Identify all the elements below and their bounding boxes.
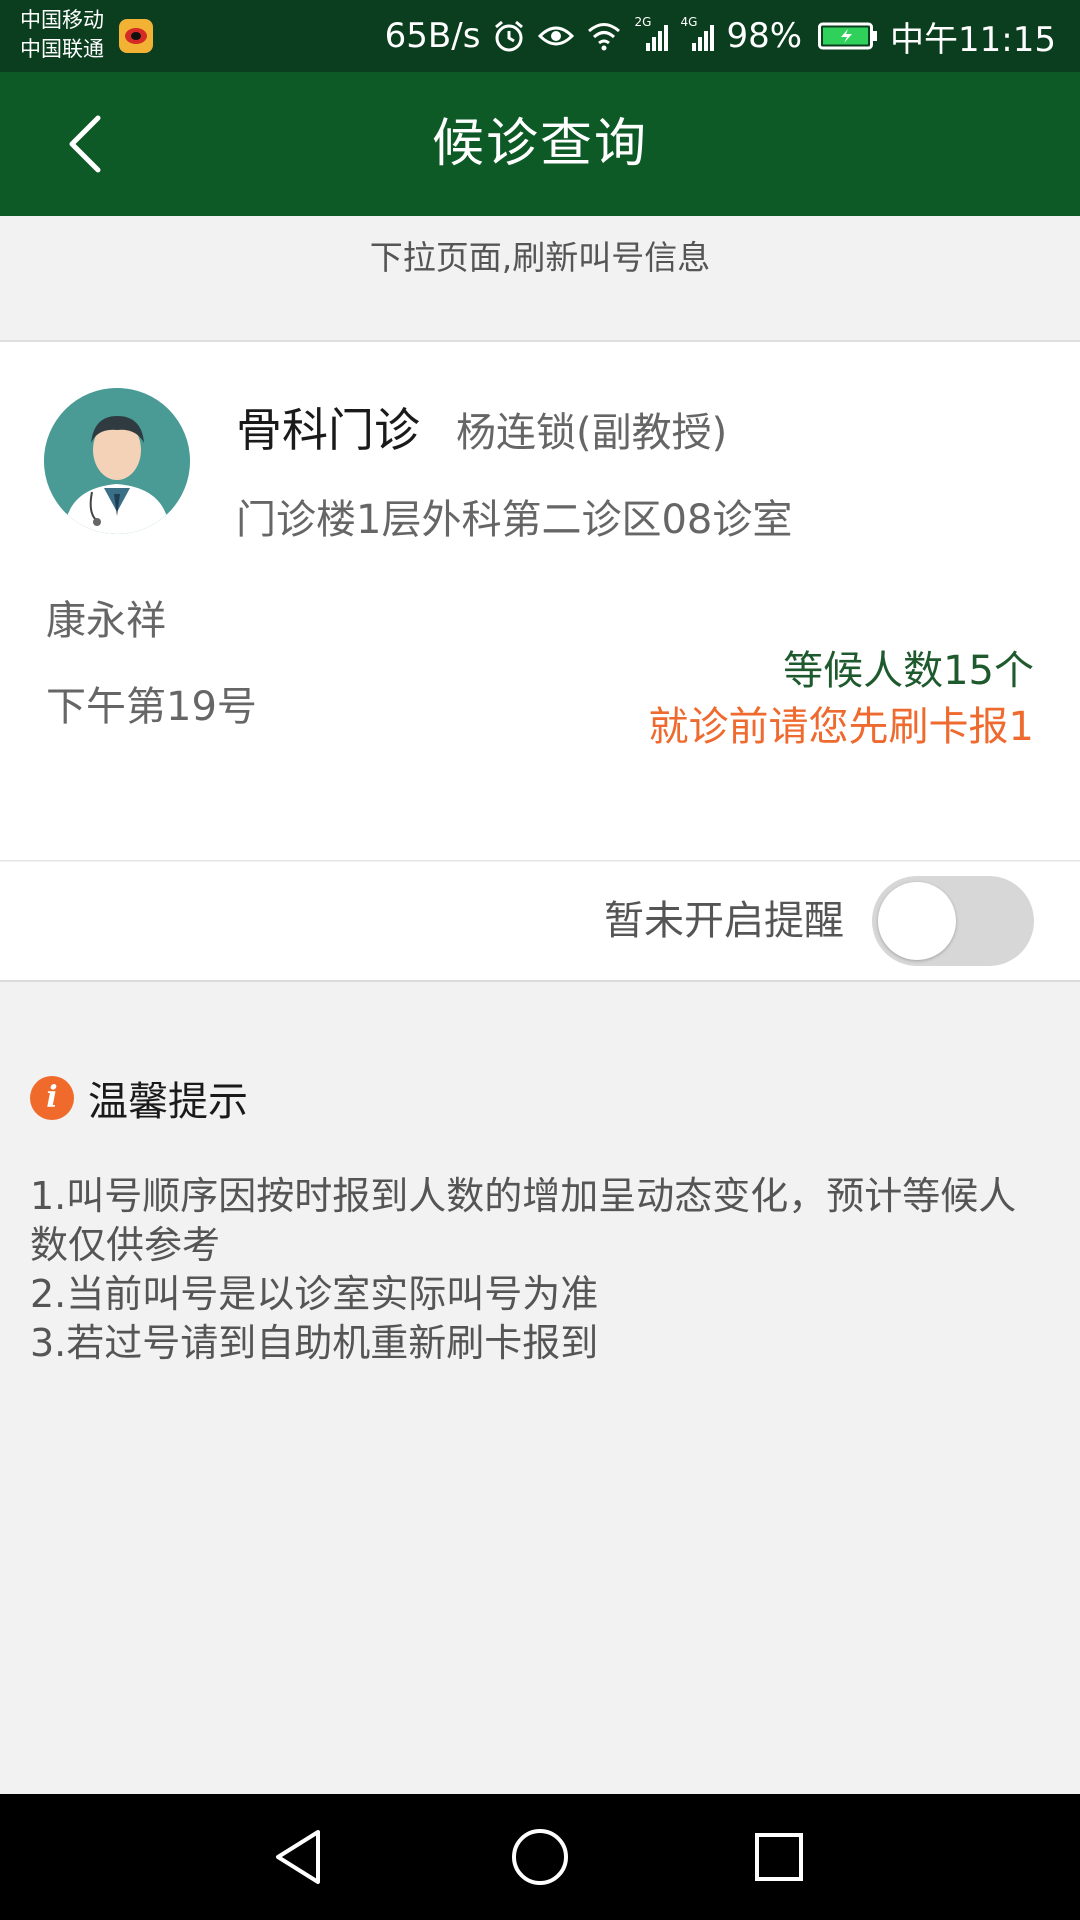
doctor-avatar [44, 388, 190, 534]
square-recents-icon [755, 1833, 803, 1881]
tips-header: i 温馨提示 [30, 1072, 248, 1125]
status-bar: 中国移动 中国联通 65B/s 2G 4G 98% 中午11:15 [0, 0, 1080, 72]
eye-comfort-icon [538, 26, 575, 46]
nav-home-button[interactable] [507, 1824, 573, 1890]
nav-recents-button[interactable] [746, 1824, 812, 1890]
signal-2-icon: 4G [680, 15, 715, 53]
wifi-icon [588, 23, 621, 51]
app-bar: 候诊查询 [0, 72, 1080, 216]
carrier-names: 中国移动 中国联通 [20, 6, 104, 64]
nav-back-button[interactable] [266, 1824, 332, 1890]
carrier-1: 中国移动 [20, 8, 104, 32]
reminder-toggle[interactable] [872, 876, 1034, 966]
pull-to-refresh-hint: 下拉页面,刷新叫号信息 [0, 216, 1080, 342]
battery-percent: 98% [726, 16, 803, 56]
triangle-back-icon [276, 1830, 320, 1884]
weibo-icon [119, 19, 153, 53]
alarm-icon [495, 20, 524, 52]
clinic-room: 门诊楼1层外科第二诊区08诊室 [236, 497, 793, 543]
signal-1-icon: 2G [634, 15, 669, 53]
department-name: 骨科门诊 [236, 403, 420, 457]
appointment-card: 骨科门诊 杨连锁(副教授) 门诊楼1层外科第二诊区08诊室 康永祥 下午第19号… [0, 342, 1080, 861]
status-indicators: 65B/s 2G 4G 98% 中午11:15 [385, 0, 1056, 72]
patient-name: 康永祥 [46, 598, 166, 644]
queue-number: 下午第19号 [46, 684, 257, 730]
battery-charging-icon [818, 22, 878, 50]
tips-list: 1.叫号顺序因按时报到人数的增加呈动态变化，预计等候人数仅供参考 2.当前叫号是… [30, 1172, 1050, 1368]
checkin-notice: 就诊前请您先刷卡报1 [648, 704, 1034, 750]
tips-title: 温馨提示 [88, 1079, 248, 1125]
tip-item: 1.叫号顺序因按时报到人数的增加呈动态变化，预计等候人数仅供参考 [30, 1174, 1017, 1267]
waiting-count: 等候人数15个 [783, 648, 1034, 694]
reminder-row: 暂未开启提醒 [0, 862, 1080, 982]
system-nav-bar [0, 1794, 1080, 1920]
reminder-label: 暂未开启提醒 [604, 898, 844, 944]
info-icon: i [30, 1076, 74, 1120]
carrier-2: 中国联通 [20, 37, 104, 61]
doctor-name: 杨连锁(副教授) [456, 410, 728, 456]
net-speed: 65B/s [384, 16, 481, 56]
tip-item: 3.若过号请到自助机重新刷卡报到 [30, 1321, 599, 1365]
circle-home-icon [512, 1829, 568, 1885]
page-title: 候诊查询 [431, 114, 648, 174]
toggle-knob [878, 882, 956, 960]
tip-item: 2.当前叫号是以诊室实际叫号为准 [30, 1272, 599, 1316]
clock: 中午11:15 [890, 19, 1056, 60]
